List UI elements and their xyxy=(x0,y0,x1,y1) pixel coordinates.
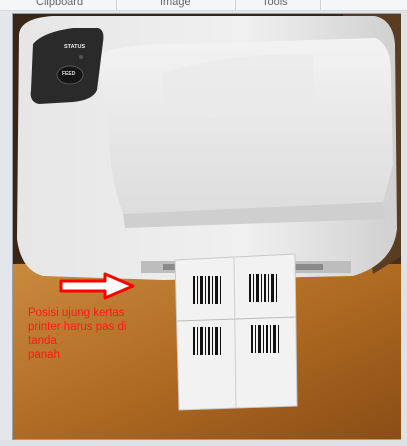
ribbon-group-tools[interactable]: Tools xyxy=(262,0,288,8)
printer-photo-drawing xyxy=(13,14,405,439)
status-label: STATUS xyxy=(64,44,86,50)
ribbon-separator xyxy=(320,0,321,10)
vertical-scrollbar[interactable] xyxy=(401,11,407,446)
annotation-text: Posisi ujung kertas printer harus pas di… xyxy=(28,307,127,361)
ribbon-group-image[interactable]: Image xyxy=(160,0,191,8)
horizontal-scrollbar[interactable] xyxy=(0,440,407,446)
ribbon-bar: Clipboard Image Tools xyxy=(0,0,407,11)
ribbon-group-clipboard[interactable]: Clipboard xyxy=(36,0,83,8)
feed-label: FEED xyxy=(62,71,76,77)
ribbon-separator xyxy=(116,0,117,10)
ribbon-separator xyxy=(235,0,236,10)
printer-photo xyxy=(12,13,406,440)
